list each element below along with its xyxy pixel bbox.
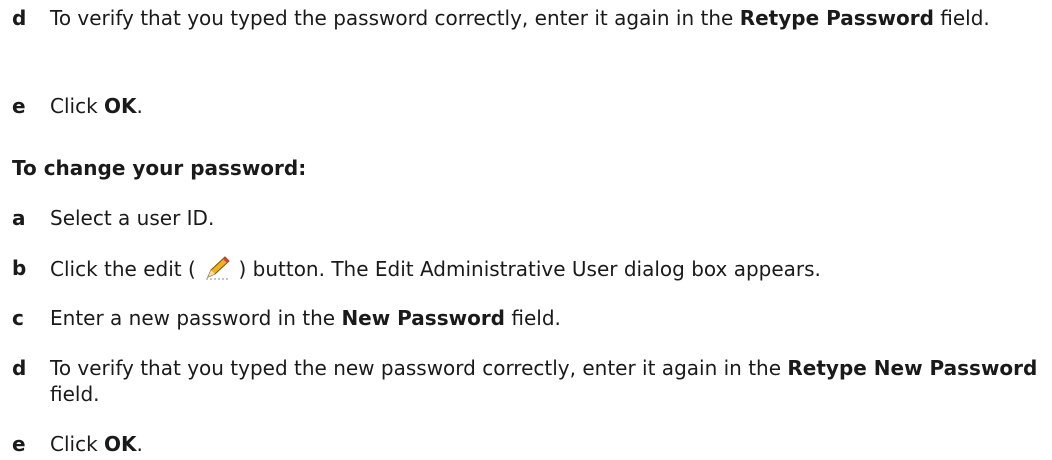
step-e-click-ok-final: e Click OK. xyxy=(12,431,1042,457)
field-name-retype-new-password: Retype New Password xyxy=(787,356,1038,380)
step-text-pre: Click the edit ( xyxy=(50,257,196,281)
step-a-select-user: a Select a user ID. xyxy=(12,205,1042,231)
step-text-post: field. xyxy=(505,306,561,330)
step-d-verify-password: d To verify that you typed the password … xyxy=(12,5,1042,31)
section-heading: To change your password: xyxy=(12,156,307,180)
step-e-click-ok: e Click OK. xyxy=(12,93,1042,119)
step-letter: d xyxy=(12,6,27,30)
step-text-pre: Click xyxy=(50,94,105,118)
field-name-new-password: New Password xyxy=(341,306,506,330)
step-text: Select a user ID. xyxy=(50,206,215,230)
step-text-post: field. xyxy=(933,6,990,30)
step-letter: e xyxy=(12,94,26,118)
step-letter: e xyxy=(12,432,26,456)
step-text-pre: Click xyxy=(50,432,105,456)
button-name-ok: OK xyxy=(104,432,137,456)
step-text-pre: To verify that you typed the new passwor… xyxy=(50,356,788,380)
step-text-post: . xyxy=(136,94,143,118)
step-text: Click OK. xyxy=(50,431,1042,457)
step-text-post: field. xyxy=(50,382,100,406)
step-text: Click the edit ( ) button. The Edit Admi… xyxy=(50,255,1042,282)
button-name-ok: OK xyxy=(104,94,137,118)
step-text-post: ) button. The Edit Administrative User d… xyxy=(238,257,821,281)
pencil-edit-icon xyxy=(202,255,232,281)
step-text: To verify that you typed the new passwor… xyxy=(50,355,1042,407)
step-text: Click OK. xyxy=(50,93,1042,119)
step-text-post: . xyxy=(136,432,143,456)
step-c-enter-new-password: c Enter a new password in the New Passwo… xyxy=(12,305,1042,331)
step-letter: b xyxy=(12,256,27,280)
step-text: To verify that you typed the password co… xyxy=(50,5,1042,31)
document-page: d To verify that you typed the password … xyxy=(0,0,1052,460)
step-text: Enter a new password in the New Password… xyxy=(50,305,1042,331)
field-name-retype-password: Retype Password xyxy=(739,6,934,30)
step-text-pre: Enter a new password in the xyxy=(50,306,342,330)
step-letter: c xyxy=(12,306,24,330)
step-d-verify-new-password: d To verify that you typed the new passw… xyxy=(12,355,1042,407)
step-letter: d xyxy=(12,356,27,380)
step-b-click-edit: b Click the edit ( ) button. The Edit Ad… xyxy=(12,255,1042,282)
step-text-pre: To verify that you typed the password co… xyxy=(50,6,740,30)
step-letter: a xyxy=(12,206,26,230)
